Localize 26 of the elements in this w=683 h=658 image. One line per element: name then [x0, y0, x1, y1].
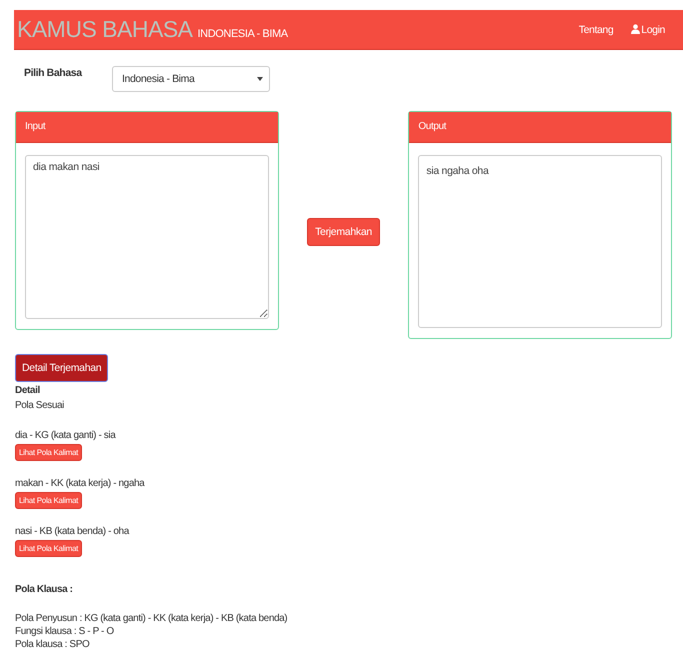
brand-subtitle: INDONESIA - BIMA	[198, 28, 288, 40]
pattern-button[interactable]: Lihat Pola Kalimat	[15, 492, 82, 509]
language-label: Pilih Bahasa	[24, 67, 84, 79]
nav-link[interactable]: Tentang	[578, 24, 614, 36]
pattern-button[interactable]: Lihat Pola Kalimat	[15, 444, 82, 461]
detail-heading: Detail	[15, 384, 41, 398]
word-analysis: dia - KG (kata ganti) - sia	[15, 429, 117, 443]
dropdown-caret-icon	[257, 77, 263, 81]
panel-title: Output	[409, 112, 671, 143]
detail-button[interactable]: Detail Terjemahan	[15, 354, 108, 382]
input-textarea[interactable]: dia makan nasi	[25, 155, 269, 319]
nav-link[interactable]: Login	[641, 24, 665, 36]
clause-heading: Pola Klausa :	[15, 583, 74, 597]
status-text: Pola Sesuai	[15, 399, 65, 413]
output-textarea: sia ngaha oha	[418, 155, 662, 328]
word-analysis: nasi - KB (kata benda) - oha	[15, 525, 130, 539]
word-analysis: makan - KK (kata kerja) - ngaha	[15, 477, 146, 491]
panel-title: Input	[16, 112, 278, 143]
translate-button[interactable]: Terjemahkan	[307, 218, 380, 246]
pattern-button[interactable]: Lihat Pola Kalimat	[15, 540, 82, 557]
clause-line: Pola klausa : SPO	[15, 639, 90, 650]
clause-line: Fungsi klausa : S - P - O	[15, 626, 114, 637]
clause-line: Pola Penyusun : KG (kata ganti) - KK (kata kerja) - KB (kata benda)	[15, 613, 288, 624]
user-icon	[631, 24, 640, 34]
brand-title[interactable]: KAMUS BAHASA	[17, 16, 192, 43]
language-select[interactable]: Indonesia - Bima	[112, 66, 270, 92]
